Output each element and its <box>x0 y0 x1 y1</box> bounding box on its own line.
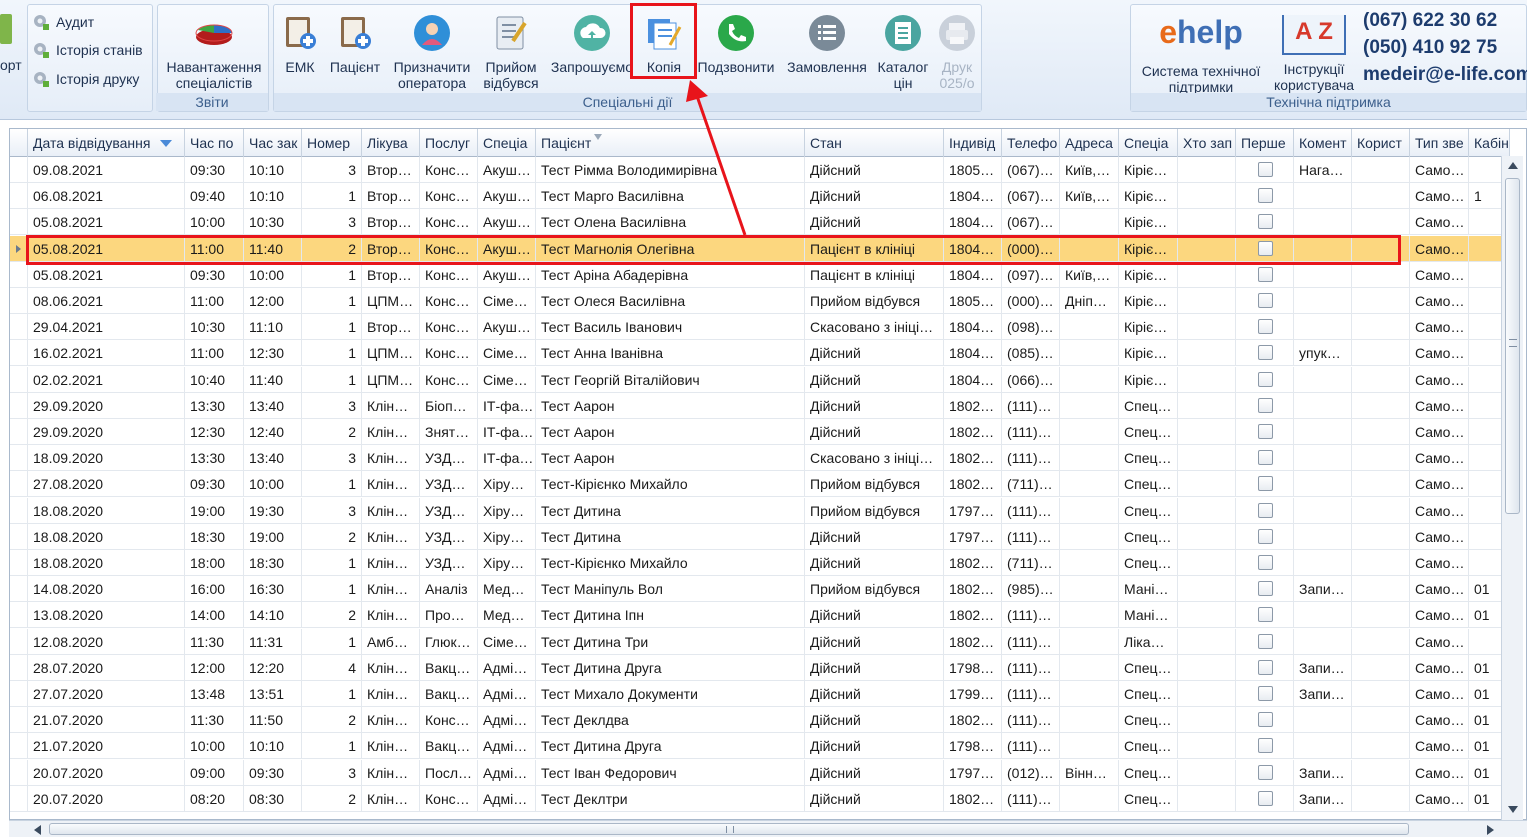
annotation-arrow <box>686 80 747 236</box>
